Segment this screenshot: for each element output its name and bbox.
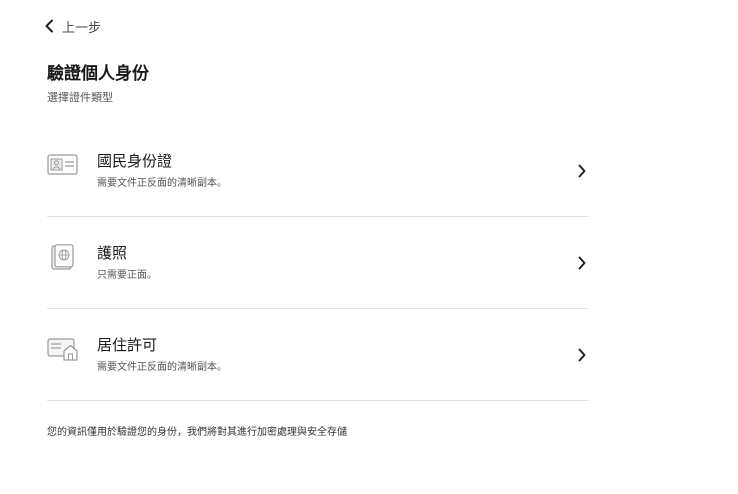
option-title: 居住許可 [97,336,158,354]
passport-icon [47,244,79,270]
chevron-left-icon [44,19,54,33]
option-title: 護照 [97,244,128,262]
privacy-note: 您的資訊僅用於驗證您的身份，我們將對其進行加密處理與安全存儲 [47,427,347,438]
id-card-icon [47,152,79,178]
document-type-list: 國民身份證 需要文件正反面的清晰副本。 護照 只需要正面。 居住許可 需要文件正… [47,125,589,401]
page-subtitle: 選擇證件類型 [47,91,113,104]
option-description: 需要文件正反面的清晰副本。 [97,362,227,373]
option-residence-permit[interactable]: 居住許可 需要文件正反面的清晰副本。 [47,309,589,401]
verify-identity-page: 上一步 驗證個人身份 選擇證件類型 國民身份證 需要文件正反面的清晰副本。 護照… [0,0,738,494]
residence-permit-icon [47,336,79,362]
back-button[interactable]: 上一步 [44,16,101,36]
option-description: 需要文件正反面的清晰副本。 [97,178,227,189]
option-description: 只需要正面。 [97,270,157,281]
option-national-id[interactable]: 國民身份證 需要文件正反面的清晰副本。 [47,125,589,217]
back-label: 上一步 [62,20,102,36]
chevron-right-icon [577,164,587,178]
option-passport[interactable]: 護照 只需要正面。 [47,217,589,309]
chevron-right-icon [577,348,587,362]
chevron-right-icon [577,256,587,270]
page-title: 驗證個人身份 [47,64,149,84]
option-title: 國民身份證 [97,152,173,170]
